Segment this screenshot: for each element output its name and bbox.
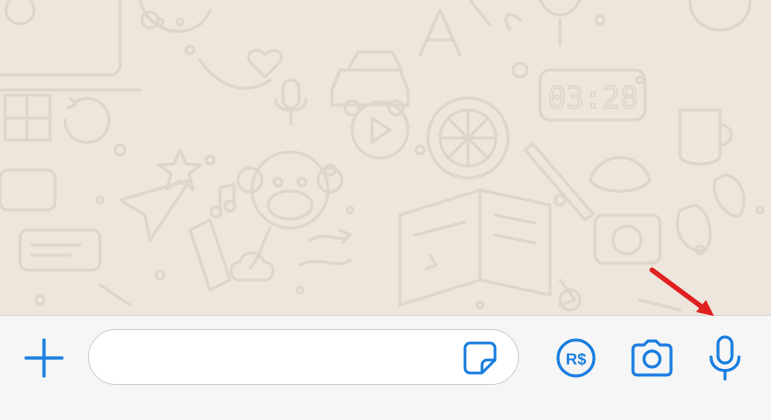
message-field[interactable]	[88, 329, 519, 386]
svg-text:R$: R$	[566, 352, 587, 369]
microphone-icon	[709, 335, 741, 381]
message-input[interactable]	[111, 330, 455, 386]
payment-button[interactable]: R$	[552, 334, 600, 382]
plus-icon	[24, 338, 64, 378]
pix-payment-icon: R$	[556, 338, 596, 378]
svg-text:03:28: 03:28	[548, 81, 638, 116]
attach-button[interactable]	[20, 334, 68, 382]
chat-background: 03:28	[0, 0, 771, 315]
sticker-button[interactable]	[461, 340, 499, 376]
camera-button[interactable]	[626, 334, 678, 382]
sticker-icon	[463, 341, 497, 375]
doodle-pattern: 03:28	[0, 0, 765, 312]
microphone-button[interactable]	[702, 330, 748, 386]
message-input-bar: R$	[0, 315, 771, 420]
camera-icon	[631, 339, 673, 377]
